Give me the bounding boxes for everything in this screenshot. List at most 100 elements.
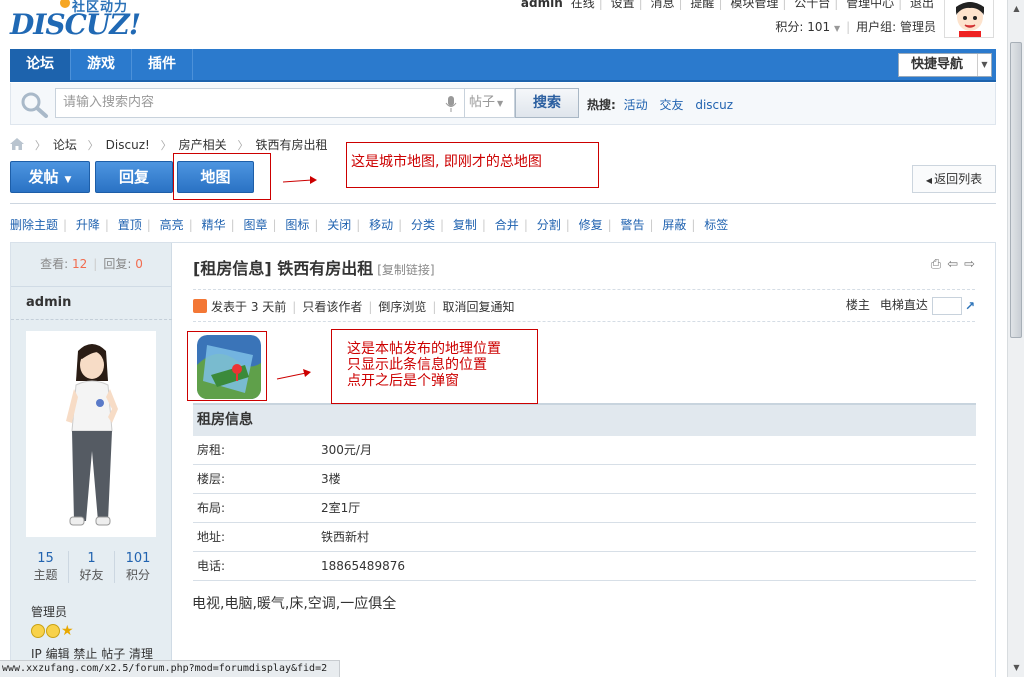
back-to-list-button[interactable]: ◀ 返回列表 — [912, 165, 996, 193]
post-time: 发表于 3 天前 — [211, 300, 287, 314]
topnav-reminders[interactable]: 提醒 — [690, 0, 714, 10]
mod-delete[interactable]: 删除主题 — [10, 218, 58, 232]
divider — [11, 319, 172, 320]
topnav-messages[interactable]: 消息 — [651, 0, 675, 10]
search-icon — [21, 92, 48, 118]
mod-split[interactable]: 分割 — [537, 218, 561, 232]
breadcrumb-discuz[interactable]: Discuz! — [106, 138, 150, 152]
hot-label: 热搜: — [587, 98, 616, 112]
scroll-up-icon[interactable]: ▲ — [1009, 1, 1024, 16]
topnav-online[interactable]: 在线 — [571, 0, 595, 10]
nav-games[interactable]: 游戏 — [71, 49, 132, 80]
scrollbar-thumb[interactable] — [1010, 42, 1022, 338]
author-name[interactable]: admin — [26, 295, 71, 310]
star-icon: ★ — [61, 623, 74, 639]
map-button-highlight — [173, 153, 271, 200]
info-value: 18865489876 — [321, 559, 405, 573]
hot-searches: 热搜: 活动 交友 discuz — [587, 96, 741, 113]
copy-link[interactable]: [复制链接] — [377, 263, 434, 277]
search-button[interactable]: 搜索 — [515, 88, 579, 118]
topnav-user[interactable]: admin — [521, 0, 563, 10]
post-tools: ⎙ ⇦ ⇨ — [925, 257, 975, 272]
nav-plugins[interactable]: 插件 — [132, 49, 193, 80]
replies-label: 回复: — [103, 257, 132, 271]
reply-button[interactable]: 回复 — [95, 161, 173, 193]
post-content: 电视,电脑,暖气,床,空调,一应俱全 — [192, 596, 397, 612]
user-avatar[interactable] — [944, 0, 994, 38]
divider — [193, 321, 975, 322]
thread-stats: 查看: 12 | 回复: 0 — [11, 243, 172, 287]
info-key: 房租: — [197, 443, 226, 457]
site-logo[interactable]: 社区动力 DISCUZ! — [10, 0, 150, 42]
search-input[interactable]: 请输入搜索内容 — [55, 88, 465, 118]
count-friends[interactable]: 1 好友 — [69, 551, 115, 583]
mod-block[interactable]: 屏蔽 — [662, 218, 686, 232]
floor-label: 楼主 — [845, 298, 870, 312]
divider — [193, 289, 975, 290]
mod-digest[interactable]: 精华 — [202, 218, 226, 232]
reverse-order-link[interactable]: 倒序浏览 — [378, 300, 426, 314]
next-thread-icon[interactable]: ⇨ — [964, 257, 975, 272]
hot-item-friends[interactable]: 交友 — [659, 98, 683, 112]
mod-tag[interactable]: 标签 — [704, 218, 728, 232]
prev-thread-icon[interactable]: ⇦ — [947, 257, 958, 272]
topnav-admin-center[interactable]: 管理中心 — [846, 0, 894, 10]
search-type-select[interactable]: 帖子 ▼ — [465, 88, 515, 118]
topnav-portal[interactable]: 公十台 — [794, 0, 830, 10]
author-group[interactable]: 管理员 — [31, 603, 67, 620]
rank-icons: ★ — [31, 624, 74, 640]
mod-move[interactable]: 移动 — [369, 218, 393, 232]
mod-merge[interactable]: 合并 — [495, 218, 519, 232]
nav-forum[interactable]: 论坛 — [10, 49, 71, 80]
mod-sticky[interactable]: 置顶 — [118, 218, 142, 232]
mod-copy[interactable]: 复制 — [453, 218, 477, 232]
credits-label[interactable]: 积分: 101 — [775, 20, 830, 34]
chevron-down-icon: ▼ — [977, 54, 991, 76]
vertical-scrollbar[interactable]: ▲ ▼ — [1007, 0, 1024, 677]
floor-input[interactable] — [931, 296, 962, 315]
mod-highlight[interactable]: 高亮 — [160, 218, 184, 232]
count-credits[interactable]: 101 积分 — [115, 551, 161, 583]
author-avatar[interactable] — [26, 331, 156, 537]
mod-close[interactable]: 关闭 — [327, 218, 351, 232]
replies-count: 0 — [135, 257, 143, 271]
hot-item-discuz[interactable]: discuz — [695, 98, 733, 112]
views-label: 查看: — [40, 257, 69, 271]
home-icon[interactable] — [10, 138, 24, 150]
topnav-logout[interactable]: 退出 — [910, 0, 934, 10]
topnav-modules[interactable]: 模块管理 — [730, 0, 778, 10]
breadcrumb-thread[interactable]: 铁西有房出租 — [255, 138, 327, 152]
moderation-bar: 删除主题 | 升降 | 置顶 | 高亮 | 精华 | 图章 | 图标 | 关闭 | 移动 | 分类… — [10, 218, 729, 232]
post: 查看: 12 | 回复: 0 admin 15 主题 1 好友 101 积分 管理员 — [10, 242, 996, 677]
info-key: 布局: — [197, 501, 226, 515]
new-post-button[interactable]: 发帖 ▼ — [10, 161, 90, 193]
caret-left-icon: ◀ — [925, 176, 933, 185]
location-note-line: 点开之后是个弹窗 — [347, 373, 459, 389]
hot-item-activity[interactable]: 活动 — [624, 98, 648, 112]
mod-warn[interactable]: 警告 — [620, 218, 644, 232]
print-icon[interactable]: ⎙ — [931, 257, 941, 272]
mod-stamp[interactable]: 图章 — [243, 218, 267, 232]
cancel-notify-link[interactable]: 取消回复通知 — [442, 300, 514, 314]
scroll-down-icon[interactable]: ▼ — [1009, 660, 1024, 675]
mod-icon[interactable]: 图标 — [285, 218, 309, 232]
mod-repair[interactable]: 修复 — [579, 218, 603, 232]
logo-text: DISCUZ! — [10, 8, 141, 41]
location-note-line: 只显示此条信息的位置 — [347, 357, 487, 373]
map-annotation: 这是城市地图, 即刚才的总地图 — [346, 142, 599, 188]
info-row: 房租: 300元/月 — [193, 436, 976, 465]
go-icon[interactable]: ↗ — [965, 299, 975, 313]
smiley-icon — [46, 624, 60, 638]
map-icon-highlight — [187, 331, 267, 401]
info-value: 300元/月 — [321, 443, 372, 457]
breadcrumb-forum[interactable]: 论坛 — [53, 138, 77, 152]
mod-category[interactable]: 分类 — [411, 218, 435, 232]
quick-nav-button[interactable]: 快捷导航 ▼ — [898, 53, 992, 77]
only-author-link[interactable]: 只看该作者 — [302, 300, 362, 314]
mod-bump[interactable]: 升降 — [76, 218, 100, 232]
microphone-icon[interactable] — [445, 96, 457, 112]
location-note-line: 这是本帖发布的地理位置 — [347, 341, 501, 357]
count-threads[interactable]: 15 主题 — [23, 551, 69, 583]
breadcrumb-housing[interactable]: 房产相关 — [179, 138, 227, 152]
topnav-settings[interactable]: 设置 — [611, 0, 635, 10]
